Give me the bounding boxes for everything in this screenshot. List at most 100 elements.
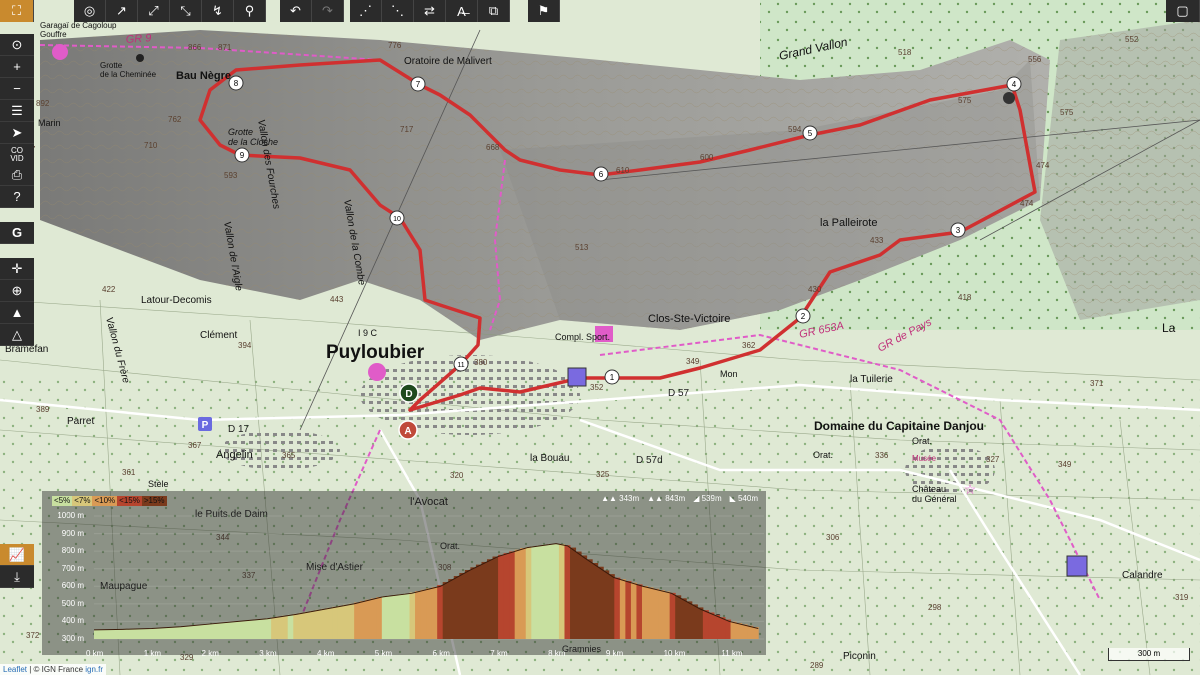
- label-ic: I 9 C: [358, 328, 378, 338]
- route-icon[interactable]: ↗: [106, 0, 138, 22]
- elevation-label: 361: [122, 468, 136, 477]
- label-latour: Latour-Decomis: [141, 295, 212, 306]
- help-button[interactable]: ?: [0, 186, 34, 208]
- profile-segment: [254, 619, 261, 639]
- sidebar-group-3: G: [0, 222, 34, 244]
- ign-link[interactable]: ign.fr: [85, 665, 103, 674]
- elevation-label: 352: [590, 383, 604, 392]
- profile-segment: [553, 543, 560, 639]
- waypoint-7[interactable]: 7: [410, 76, 426, 92]
- profile-segment: [597, 566, 604, 639]
- poi-square-icon: [567, 367, 587, 387]
- elevation-label: 866: [188, 43, 202, 52]
- track-position-dot: [1003, 92, 1015, 104]
- profile-segment: [326, 607, 333, 639]
- waypoint-3[interactable]: 3: [950, 222, 966, 238]
- elevation-label: 367: [188, 441, 202, 450]
- end-marker[interactable]: A: [398, 420, 418, 440]
- label-tuilerie: la Tuilerie: [850, 374, 893, 385]
- leaflet-link[interactable]: Leaflet: [3, 665, 27, 674]
- elevation-label: 362: [742, 341, 756, 350]
- profile-segment: [320, 608, 327, 639]
- profile-segment: [276, 616, 283, 639]
- menu-icon[interactable]: ▢: [1166, 0, 1200, 22]
- profile-segment: [138, 628, 145, 639]
- bike-icon[interactable]: ⚲: [234, 0, 266, 22]
- profile-segment: [193, 625, 200, 639]
- mountain-2-icon[interactable]: △: [0, 324, 34, 346]
- translate-icon[interactable]: A̶: [446, 0, 478, 22]
- profile-segment: [309, 610, 316, 639]
- label-bouau: la Bouau: [530, 453, 569, 464]
- layers-icon[interactable]: ☰: [0, 100, 34, 122]
- mountain-icon[interactable]: ▲: [0, 302, 34, 324]
- label-angelin: Angelin: [216, 449, 253, 461]
- start-marker[interactable]: D: [399, 383, 419, 403]
- marker-icon[interactable]: ⚑: [528, 0, 560, 22]
- target-icon[interactable]: ⊙: [0, 34, 34, 56]
- elevation-chart-icon[interactable]: 📈: [0, 544, 34, 566]
- label-clos: Clos-Ste-Victoire: [648, 313, 730, 325]
- elevation-label: 593: [224, 171, 238, 180]
- profile-segment: [586, 559, 593, 639]
- route-edit-icon[interactable]: ⤢: [138, 0, 170, 22]
- sidebar-group-1: ⊙ + − ☰ ➤ CO VID: [0, 34, 34, 166]
- profile-segment: [503, 553, 510, 639]
- route-node-icon[interactable]: ⤡: [170, 0, 202, 22]
- covid-button[interactable]: CO VID: [0, 144, 34, 166]
- elevation-label: 556: [1028, 55, 1042, 64]
- waypoint-2[interactable]: 2: [795, 308, 811, 324]
- nodes-icon[interactable]: ⋰: [350, 0, 382, 22]
- undo-icon[interactable]: ↶: [280, 0, 312, 22]
- svg-text:4: 4: [1012, 80, 1017, 89]
- attribution-text: | © IGN France: [27, 665, 86, 674]
- profile-segment: [237, 620, 244, 639]
- profile-segment: [160, 627, 167, 639]
- zoom-in-button[interactable]: +: [0, 56, 34, 78]
- eye-slash-icon[interactable]: ◎: [74, 0, 106, 22]
- route-path-icon[interactable]: ↯: [202, 0, 234, 22]
- waypoint-10[interactable]: 10: [389, 210, 405, 226]
- svg-text:9: 9: [240, 151, 245, 160]
- toolbar-group-4: ⋰ ⋱ ⇄ A̶ ⧉: [350, 0, 510, 22]
- expand-icon[interactable]: ⛶: [0, 0, 34, 22]
- elevation-label: 380: [474, 358, 488, 367]
- profile-segment: [248, 619, 256, 639]
- profile-segment: [332, 606, 339, 639]
- elevation-label: 513: [575, 243, 589, 252]
- waypoint-8[interactable]: 8: [228, 75, 244, 91]
- redo-icon[interactable]: ↷: [312, 0, 344, 22]
- profile-segment: [199, 624, 206, 639]
- google-button[interactable]: G: [0, 222, 34, 244]
- waypoint-11[interactable]: 11: [453, 356, 469, 372]
- svg-text:D: D: [405, 389, 412, 400]
- compass-icon[interactable]: ➤: [0, 122, 34, 144]
- nodes-2-icon[interactable]: ⋱: [382, 0, 414, 22]
- profile-segment: [348, 603, 355, 639]
- waypoint-6[interactable]: 6: [593, 166, 609, 182]
- elevation-profile-panel[interactable]: <5% <7% <10% <15% >15% ▲▲ 343m ▲▲ 843m ◢ 539…: [42, 491, 766, 658]
- profile-segment: [741, 624, 748, 639]
- profile-segment: [636, 584, 643, 639]
- swap-icon[interactable]: ⇄: [414, 0, 446, 22]
- zoom-out-button[interactable]: −: [0, 78, 34, 100]
- label-domaine: Domaine du Capitaine Danjou: [814, 419, 984, 433]
- crosshair-icon[interactable]: ✛: [0, 258, 34, 280]
- svg-text:3: 3: [956, 226, 961, 235]
- globe-icon[interactable]: ⊕: [0, 280, 34, 302]
- profile-segment: [558, 544, 565, 639]
- profile-segment: [437, 585, 444, 639]
- elevation-chart[interactable]: [42, 491, 766, 655]
- profile-segment: [381, 596, 388, 639]
- waypoint-5[interactable]: 5: [802, 125, 818, 141]
- profile-segment: [752, 627, 759, 639]
- waypoint-9[interactable]: 9: [234, 147, 250, 163]
- waypoint-1[interactable]: 1: [604, 369, 620, 385]
- copy-icon[interactable]: ⧉: [478, 0, 510, 22]
- waypoint-4[interactable]: 4: [1006, 76, 1022, 92]
- elevation-label: 306: [826, 533, 840, 542]
- elevation-label: 474: [1036, 161, 1050, 170]
- elevation-label: 575: [958, 96, 972, 105]
- print-icon[interactable]: ⎙: [0, 164, 34, 186]
- download-icon[interactable]: ⤓: [0, 566, 34, 588]
